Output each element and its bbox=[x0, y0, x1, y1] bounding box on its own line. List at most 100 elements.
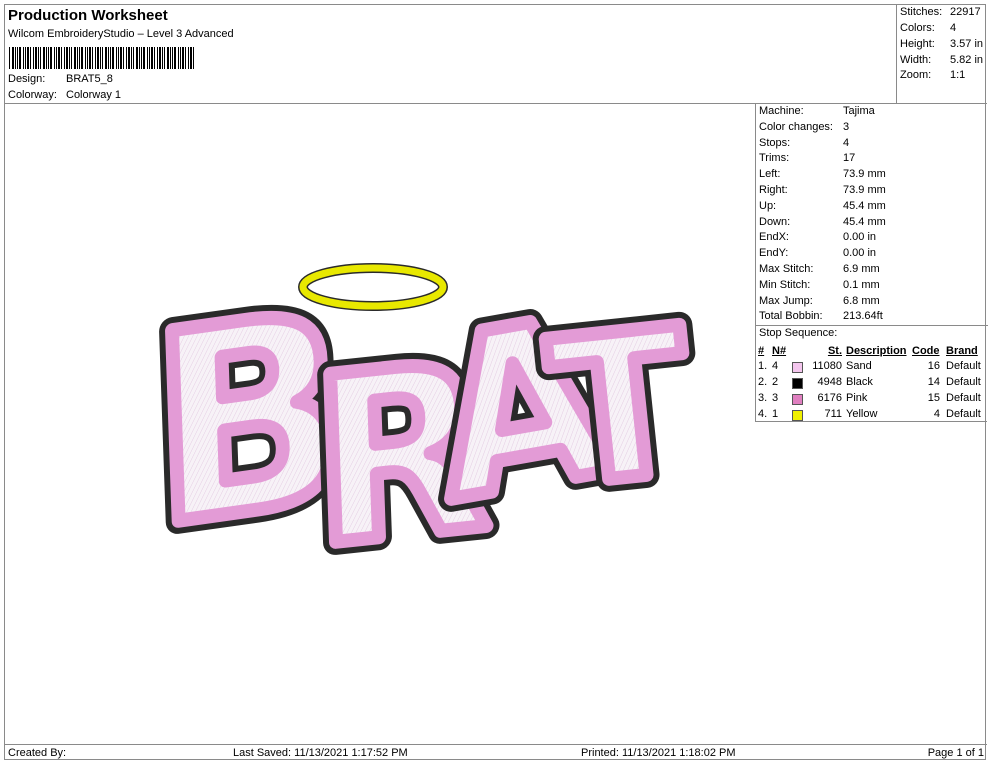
table-cell: 4948 bbox=[792, 374, 842, 390]
column-header: N# bbox=[772, 344, 787, 357]
letter-t-pink: T bbox=[541, 286, 701, 532]
table-row: 4. 1 711 Yellow 4 Default bbox=[758, 406, 986, 422]
info-label: Right: bbox=[759, 184, 788, 196]
table-cell: Default bbox=[946, 360, 981, 372]
table-row: 3. 3 6176 Pink 15 Default bbox=[758, 390, 986, 406]
info-row: Max Jump: 6.8 mm bbox=[759, 295, 880, 310]
info-row: Stops: 4 bbox=[759, 137, 849, 152]
table-cell: 14 bbox=[927, 376, 940, 388]
stop-sequence-title: Stop Sequence: bbox=[759, 327, 838, 339]
stat-value: 3.57 in bbox=[950, 38, 984, 50]
stat-label: Height: bbox=[900, 38, 935, 50]
table-header-row: # N# St. Description Code Brand bbox=[758, 343, 986, 358]
table-cell: Default bbox=[946, 376, 981, 388]
stat-label: Colors: bbox=[900, 22, 935, 34]
info-row: Up: 45.4 mm bbox=[759, 200, 886, 215]
info-row: Color changes: 3 bbox=[759, 121, 849, 136]
stitch-count: 4948 bbox=[817, 375, 842, 388]
color-swatch bbox=[792, 409, 803, 421]
column-header: Brand bbox=[946, 344, 978, 357]
table-cell: Default bbox=[946, 408, 981, 420]
color-swatch bbox=[792, 393, 803, 405]
page-number: Page 1 of 1 bbox=[927, 747, 984, 759]
table-cell: Black bbox=[846, 376, 873, 388]
info-value: 213.64ft bbox=[843, 310, 883, 323]
table-cell: 11080 bbox=[792, 358, 842, 374]
info-label: Total Bobbin: bbox=[759, 310, 823, 323]
stat-label: Width: bbox=[900, 54, 932, 66]
info-label: Up: bbox=[759, 199, 777, 212]
table-cell: 4. bbox=[758, 408, 768, 420]
info-row: Trims: 17 bbox=[759, 152, 855, 167]
info-label: EndY: bbox=[759, 247, 789, 260]
stitch-count: 711 bbox=[824, 407, 842, 420]
worksheet-footer: Created By: Last Saved: 11/13/2021 1:17:… bbox=[5, 744, 987, 761]
column-header: Description bbox=[846, 344, 907, 357]
info-row: EndY: 0.00 in bbox=[759, 247, 876, 262]
worksheet-title: Production Worksheet bbox=[8, 7, 168, 24]
last-saved: Last Saved: 11/13/2021 1:17:52 PM bbox=[233, 747, 408, 759]
divider bbox=[756, 325, 988, 326]
info-value: 6.8 mm bbox=[843, 294, 880, 307]
worksheet-frame: Production Worksheet Wilcom EmbroiderySt… bbox=[4, 4, 988, 761]
info-value: 73.9 mm bbox=[843, 168, 886, 181]
info-row: Total Bobbin: 213.64ft bbox=[759, 310, 883, 325]
info-row: Min Stitch: 0.1 mm bbox=[759, 279, 880, 294]
design-row: Design: BRAT5_8 bbox=[8, 73, 113, 85]
stat-value: 22917 bbox=[950, 6, 981, 18]
color-swatch bbox=[792, 377, 803, 389]
table-cell: 2 bbox=[772, 376, 779, 388]
table-cell: 16 bbox=[927, 360, 940, 372]
colorway-row: Colorway: Colorway 1 bbox=[8, 89, 121, 101]
stat-width: Width: 5.82 in bbox=[900, 54, 983, 66]
stat-label: Stitches: bbox=[900, 6, 943, 18]
stat-stitches: Stitches: 22917 bbox=[900, 6, 981, 18]
table-cell: Default bbox=[946, 392, 981, 404]
info-value: 45.4 mm bbox=[843, 199, 886, 212]
info-value: 3 bbox=[843, 120, 850, 133]
barcode bbox=[9, 47, 194, 69]
stat-value: 5.82 in bbox=[950, 54, 984, 66]
info-row: Down: 45.4 mm bbox=[759, 216, 886, 231]
stitch-count: 6176 bbox=[817, 391, 842, 404]
info-value: 45.4 mm bbox=[843, 215, 886, 228]
info-label: Color changes: bbox=[759, 120, 833, 133]
stitch-count: 11080 bbox=[812, 359, 842, 372]
info-row: Machine: Tajima bbox=[759, 105, 875, 120]
table-cell: 15 bbox=[927, 392, 940, 404]
info-value: 0.00 in bbox=[843, 247, 877, 260]
info-label: Stops: bbox=[759, 136, 791, 149]
stat-colors: Colors: 4 bbox=[900, 22, 956, 34]
info-label: Left: bbox=[759, 168, 781, 181]
info-value: 0.00 in bbox=[843, 231, 877, 244]
info-row: EndX: 0.00 in bbox=[759, 231, 876, 246]
table-cell: 2. bbox=[758, 376, 768, 388]
printed-date: Printed: 11/13/2021 1:18:02 PM bbox=[581, 747, 736, 759]
stats-panel: Stitches: 22917 Colors: 4 Height: 3.57 in W… bbox=[896, 5, 987, 104]
table-cell: 711 bbox=[792, 406, 842, 422]
column-header: Code bbox=[912, 344, 940, 357]
table-cell: 4 bbox=[772, 360, 779, 372]
table-cell: 4 bbox=[933, 408, 940, 420]
table-row: 1. 4 11080 Sand 16 Default bbox=[758, 358, 986, 374]
stat-value: 4 bbox=[950, 22, 957, 34]
table-cell: Pink bbox=[846, 392, 868, 404]
colorway-label: Colorway: bbox=[8, 89, 57, 101]
table-cell: Sand bbox=[846, 360, 872, 372]
design-value: BRAT5_8 bbox=[66, 73, 113, 85]
stat-zoom: Zoom: 1:1 bbox=[900, 69, 965, 81]
info-value: 6.9 mm bbox=[843, 263, 880, 275]
info-label: Min Stitch: bbox=[759, 278, 811, 291]
table-cell: 6176 bbox=[792, 390, 842, 406]
created-by: Created By: bbox=[8, 747, 67, 759]
stat-height: Height: 3.57 in bbox=[900, 38, 983, 50]
info-value: 4 bbox=[843, 136, 850, 149]
info-label: Trims: bbox=[759, 152, 790, 165]
info-label: Machine: bbox=[759, 105, 804, 117]
worksheet-header: Production Worksheet Wilcom EmbroiderySt… bbox=[5, 5, 897, 104]
info-value: 73.9 mm bbox=[843, 184, 886, 196]
info-row: Left: 73.9 mm bbox=[759, 168, 886, 183]
design-preview: B B R R A A T T bbox=[5, 104, 755, 744]
info-row: Max Stitch: 6.9 mm bbox=[759, 263, 880, 278]
table-cell: 1. bbox=[758, 360, 768, 372]
